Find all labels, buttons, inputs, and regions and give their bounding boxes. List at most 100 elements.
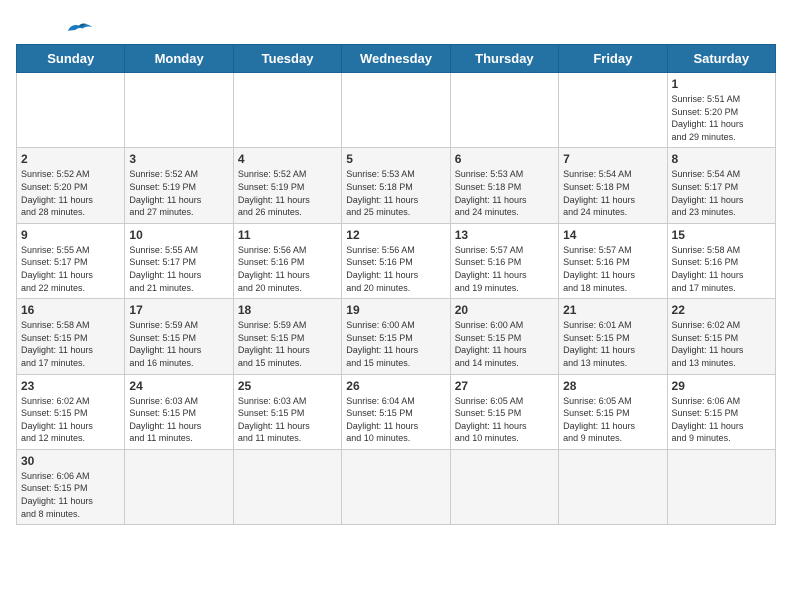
day-number: 18 (238, 303, 337, 317)
day-number: 24 (129, 379, 228, 393)
calendar-cell: 14Sunrise: 5:57 AMSunset: 5:16 PMDayligh… (559, 223, 667, 298)
logo (16, 16, 94, 36)
day-number: 16 (21, 303, 120, 317)
day-number: 17 (129, 303, 228, 317)
calendar-week-row: 30 Sunrise: 6:06 AMSunset: 5:15 PMDayligh… (17, 449, 776, 524)
cell-info: Sunrise: 5:52 AMSunset: 5:20 PMDaylight:… (21, 168, 120, 218)
calendar-cell: 29 Sunrise: 6:06 AMSunset: 5:15 PMDayligh… (667, 374, 775, 449)
cell-info: Sunrise: 5:59 AMSunset: 5:15 PMDaylight:… (238, 319, 337, 369)
cell-info: Sunrise: 6:05 AMSunset: 5:15 PMDaylight:… (563, 395, 662, 445)
cell-info: Sunrise: 5:51 AMSunset: 5:20 PMDaylight:… (672, 93, 771, 143)
day-number: 4 (238, 152, 337, 166)
header (16, 16, 776, 36)
calendar-cell: 18 Sunrise: 5:59 AMSunset: 5:15 PMDayligh… (233, 299, 341, 374)
calendar-cell: 23Sunrise: 6:02 AMSunset: 5:15 PMDayligh… (17, 374, 125, 449)
calendar-table: SundayMondayTuesdayWednesdayThursdayFrid… (16, 44, 776, 525)
day-number: 14 (563, 228, 662, 242)
day-number: 12 (346, 228, 445, 242)
cell-info: Sunrise: 5:56 AMSunset: 5:16 PMDaylight:… (238, 244, 337, 294)
calendar-cell (342, 73, 450, 148)
calendar-cell: 19Sunrise: 6:00 AMSunset: 5:15 PMDayligh… (342, 299, 450, 374)
calendar-cell (450, 449, 558, 524)
cell-info: Sunrise: 6:03 AMSunset: 5:15 PMDaylight:… (129, 395, 228, 445)
calendar-cell: 24 Sunrise: 6:03 AMSunset: 5:15 PMDayligh… (125, 374, 233, 449)
day-number: 22 (672, 303, 771, 317)
calendar-cell (559, 449, 667, 524)
calendar-cell: 9 Sunrise: 5:55 AMSunset: 5:17 PMDaylight… (17, 223, 125, 298)
day-number: 25 (238, 379, 337, 393)
calendar-cell: 21Sunrise: 6:01 AMSunset: 5:15 PMDayligh… (559, 299, 667, 374)
calendar-cell: 25Sunrise: 6:03 AMSunset: 5:15 PMDayligh… (233, 374, 341, 449)
calendar-week-row: 16Sunrise: 5:58 AMSunset: 5:15 PMDayligh… (17, 299, 776, 374)
cell-info: Sunrise: 5:58 AMSunset: 5:16 PMDaylight:… (672, 244, 771, 294)
calendar-cell: 11Sunrise: 5:56 AMSunset: 5:16 PMDayligh… (233, 223, 341, 298)
cell-info: Sunrise: 5:55 AMSunset: 5:17 PMDaylight:… (21, 244, 120, 294)
logo-bird-icon (64, 18, 94, 36)
day-number: 1 (672, 77, 771, 91)
day-number: 30 (21, 454, 120, 468)
cell-info: Sunrise: 5:54 AMSunset: 5:18 PMDaylight:… (563, 168, 662, 218)
day-header-tuesday: Tuesday (233, 45, 341, 73)
calendar-week-row: 2 Sunrise: 5:52 AMSunset: 5:20 PMDaylight… (17, 148, 776, 223)
cell-info: Sunrise: 5:59 AMSunset: 5:15 PMDaylight:… (129, 319, 228, 369)
calendar-cell: 17 Sunrise: 5:59 AMSunset: 5:15 PMDayligh… (125, 299, 233, 374)
day-number: 5 (346, 152, 445, 166)
cell-info: Sunrise: 5:54 AMSunset: 5:17 PMDaylight:… (672, 168, 771, 218)
cell-info: Sunrise: 6:06 AMSunset: 5:15 PMDaylight:… (672, 395, 771, 445)
day-number: 9 (21, 228, 120, 242)
cell-info: Sunrise: 5:57 AMSunset: 5:16 PMDaylight:… (455, 244, 554, 294)
calendar-cell (17, 73, 125, 148)
day-number: 3 (129, 152, 228, 166)
day-header-sunday: Sunday (17, 45, 125, 73)
calendar-cell (125, 449, 233, 524)
day-number: 20 (455, 303, 554, 317)
calendar-cell: 27 Sunrise: 6:05 AMSunset: 5:15 PMDayligh… (450, 374, 558, 449)
calendar-cell (233, 449, 341, 524)
calendar-header-row: SundayMondayTuesdayWednesdayThursdayFrid… (17, 45, 776, 73)
calendar-cell: 8 Sunrise: 5:54 AMSunset: 5:17 PMDaylight… (667, 148, 775, 223)
day-number: 7 (563, 152, 662, 166)
calendar-cell: 20 Sunrise: 6:00 AMSunset: 5:15 PMDayligh… (450, 299, 558, 374)
calendar-cell (667, 449, 775, 524)
cell-info: Sunrise: 5:52 AMSunset: 5:19 PMDaylight:… (129, 168, 228, 218)
cell-info: Sunrise: 6:06 AMSunset: 5:15 PMDaylight:… (21, 470, 120, 520)
calendar-cell (559, 73, 667, 148)
calendar-cell: 3 Sunrise: 5:52 AMSunset: 5:19 PMDaylight… (125, 148, 233, 223)
day-header-wednesday: Wednesday (342, 45, 450, 73)
day-number: 8 (672, 152, 771, 166)
calendar-cell: 2 Sunrise: 5:52 AMSunset: 5:20 PMDaylight… (17, 148, 125, 223)
day-number: 29 (672, 379, 771, 393)
calendar-cell: 26 Sunrise: 6:04 AMSunset: 5:15 PMDayligh… (342, 374, 450, 449)
cell-info: Sunrise: 6:02 AMSunset: 5:15 PMDaylight:… (21, 395, 120, 445)
calendar-cell: 6Sunrise: 5:53 AMSunset: 5:18 PMDaylight… (450, 148, 558, 223)
calendar-cell: 30 Sunrise: 6:06 AMSunset: 5:15 PMDayligh… (17, 449, 125, 524)
day-header-thursday: Thursday (450, 45, 558, 73)
calendar-cell (233, 73, 341, 148)
cell-info: Sunrise: 6:05 AMSunset: 5:15 PMDaylight:… (455, 395, 554, 445)
day-number: 27 (455, 379, 554, 393)
day-number: 26 (346, 379, 445, 393)
day-number: 13 (455, 228, 554, 242)
calendar-cell: 5Sunrise: 5:53 AMSunset: 5:18 PMDaylight… (342, 148, 450, 223)
day-number: 21 (563, 303, 662, 317)
calendar-cell (125, 73, 233, 148)
calendar-cell: 13 Sunrise: 5:57 AMSunset: 5:16 PMDayligh… (450, 223, 558, 298)
cell-info: Sunrise: 5:56 AMSunset: 5:16 PMDaylight:… (346, 244, 445, 294)
calendar-cell: 7 Sunrise: 5:54 AMSunset: 5:18 PMDaylight… (559, 148, 667, 223)
calendar-week-row: 1 Sunrise: 5:51 AMSunset: 5:20 PMDaylight… (17, 73, 776, 148)
calendar-cell: 16Sunrise: 5:58 AMSunset: 5:15 PMDayligh… (17, 299, 125, 374)
day-number: 6 (455, 152, 554, 166)
calendar-week-row: 9 Sunrise: 5:55 AMSunset: 5:17 PMDaylight… (17, 223, 776, 298)
day-number: 15 (672, 228, 771, 242)
day-header-monday: Monday (125, 45, 233, 73)
calendar-cell (342, 449, 450, 524)
cell-info: Sunrise: 5:52 AMSunset: 5:19 PMDaylight:… (238, 168, 337, 218)
calendar-cell (450, 73, 558, 148)
calendar-cell: 15 Sunrise: 5:58 AMSunset: 5:16 PMDayligh… (667, 223, 775, 298)
cell-info: Sunrise: 6:04 AMSunset: 5:15 PMDaylight:… (346, 395, 445, 445)
cell-info: Sunrise: 6:00 AMSunset: 5:15 PMDaylight:… (455, 319, 554, 369)
day-number: 2 (21, 152, 120, 166)
day-header-saturday: Saturday (667, 45, 775, 73)
calendar-week-row: 23Sunrise: 6:02 AMSunset: 5:15 PMDayligh… (17, 374, 776, 449)
day-header-friday: Friday (559, 45, 667, 73)
